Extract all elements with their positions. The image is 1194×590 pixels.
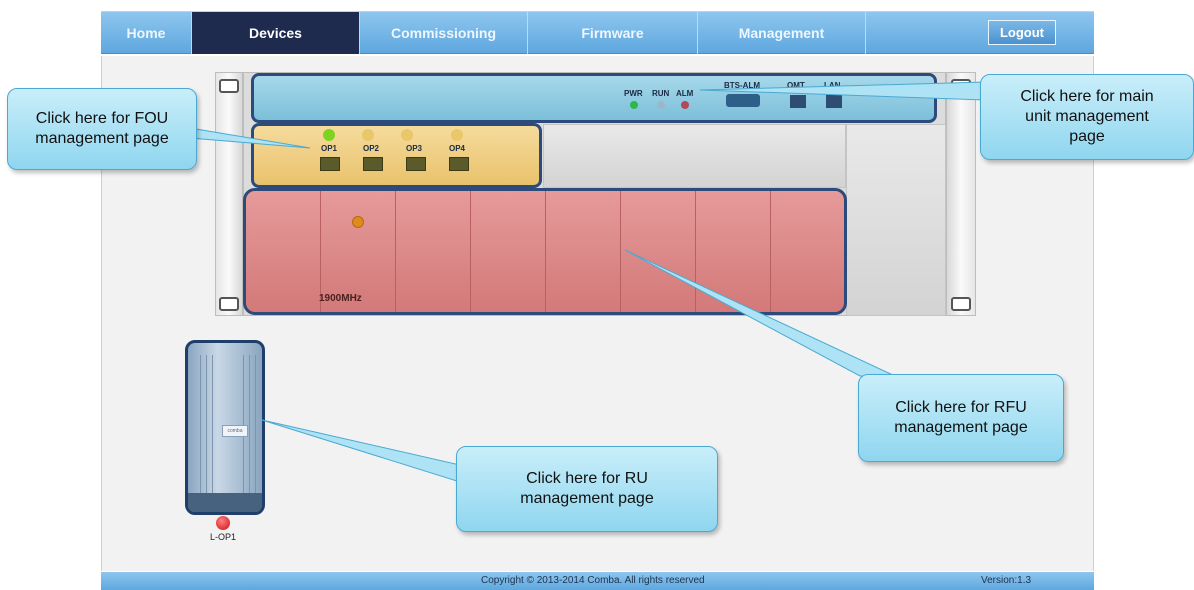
fou-callout: Click here for FOU management page xyxy=(7,88,197,170)
fou-pointer xyxy=(189,127,311,149)
rfu-callout: Click here for RFU management page xyxy=(858,374,1064,462)
version-text: Version:1.3 xyxy=(981,575,1032,586)
main-pointer xyxy=(699,81,986,101)
ru-pointer xyxy=(261,419,461,483)
rfu-callout-text: Click here for RFU management page xyxy=(894,399,1028,436)
ru-callout: Click here for RU management page xyxy=(456,446,718,532)
ru-callout-text: Click here for RU management page xyxy=(520,470,654,507)
device-page: Home Devices Commissioning Firmware Mana… xyxy=(0,0,1194,590)
copyright-text: Copyright © 2013-2014 Comba. All rights … xyxy=(481,575,705,586)
footer: Copyright © 2013-2014 Comba. All rights … xyxy=(101,572,1094,590)
rfu-pointer xyxy=(624,249,896,377)
main-unit-callout-text: Click here for main unit management page xyxy=(1020,88,1154,145)
main-unit-callout: Click here for main unit management page xyxy=(980,74,1194,160)
fou-callout-text: Click here for FOU management page xyxy=(35,110,169,147)
